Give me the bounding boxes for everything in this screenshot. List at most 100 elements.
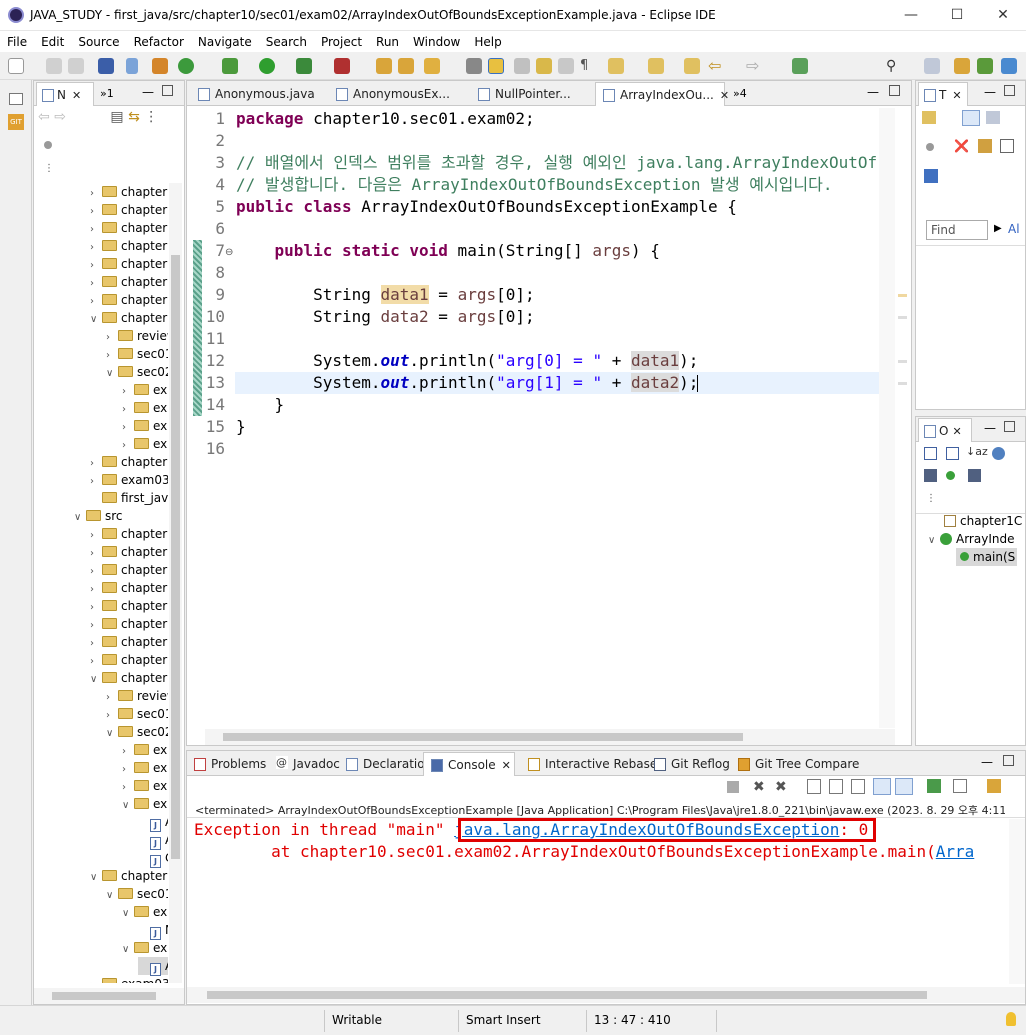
java-perspective-icon[interactable] — [954, 58, 970, 74]
chevron-down-icon[interactable]: ∨ — [106, 725, 118, 743]
tree-folder-item[interactable]: ∨ sec02 — [106, 723, 168, 741]
tree-file-item[interactable]: JA — [138, 957, 168, 976]
tree-folder-item[interactable]: ›exan — [122, 435, 168, 453]
tab-outline[interactable]: O ✕ — [918, 418, 972, 442]
tree-folder-item[interactable]: ›chapter08 — [90, 291, 168, 309]
menu-refactor[interactable]: Refactor — [127, 31, 191, 52]
git-perspective-icon[interactable] — [1001, 58, 1017, 74]
tree-folder-item[interactable]: ›exan — [122, 399, 168, 417]
fold-toggle-icon[interactable]: ⊖ — [225, 247, 233, 258]
menu-edit[interactable]: Edit — [34, 31, 71, 52]
tree-folder-item[interactable]: ›chapter03 — [90, 561, 168, 579]
close-icon[interactable]: ✕ — [72, 89, 81, 102]
refresh-icon[interactable] — [178, 58, 194, 74]
code-line-13[interactable]: System.out.println("arg[1] = " + data2); — [236, 372, 698, 394]
save-all-icon[interactable] — [68, 58, 84, 74]
forward-arrow-icon[interactable]: ⇨ — [746, 58, 762, 74]
overview-mark[interactable] — [898, 294, 907, 297]
debug-icon[interactable] — [222, 58, 238, 74]
menu-source[interactable]: Source — [71, 31, 126, 52]
minimize-view-icon[interactable]: — — [984, 85, 996, 99]
link-icon[interactable]: ❌ — [954, 139, 969, 153]
tree-folder-item[interactable]: ∨ chapter09 — [90, 309, 168, 327]
pin-editor-icon[interactable] — [792, 58, 808, 74]
close-icon[interactable]: ✕ — [502, 759, 511, 772]
close-icon[interactable]: ✕ — [952, 425, 961, 438]
code-line-12[interactable]: System.out.println("arg[0] = " + data1); — [236, 350, 698, 372]
tree-folder-item[interactable]: › exam03 — [90, 975, 168, 983]
open-console-icon[interactable] — [987, 779, 1001, 793]
maximize-button[interactable]: ☐ — [934, 0, 980, 31]
close-icon[interactable]: ✕ — [720, 89, 729, 102]
chevron-down-icon[interactable]: ∨ — [74, 509, 86, 527]
outline-item-main[interactable]: main(S — [956, 548, 1018, 566]
skip-breakpoints-icon[interactable] — [126, 58, 138, 74]
tree-file-item[interactable]: JN — [138, 921, 168, 940]
minimize-view-icon[interactable]: — — [142, 85, 154, 99]
tree-folder-item[interactable]: ›exan — [122, 777, 168, 795]
chevron-right-icon[interactable]: › — [90, 977, 102, 983]
menu-window[interactable]: Window — [406, 31, 467, 52]
code-line-5[interactable]: public class ArrayIndexOutOfBoundsExcept… — [236, 196, 737, 218]
tree-folder-item[interactable]: ›exan — [122, 759, 168, 777]
minimize-view-icon[interactable]: — — [984, 421, 996, 435]
terminate-icon[interactable] — [727, 781, 739, 793]
git-repositories-icon[interactable]: GIT — [8, 114, 24, 130]
chevron-down-icon[interactable]: ∨ — [928, 532, 940, 550]
supertype-icon[interactable] — [986, 111, 1000, 124]
code-line-10[interactable]: String data2 = args[0]; — [236, 306, 535, 328]
block-select-icon[interactable] — [558, 58, 574, 74]
tree-folder-item[interactable]: ›chapter06 — [90, 615, 168, 633]
tab-type-hierarchy[interactable]: T ✕ — [918, 82, 968, 106]
pilcrow-icon[interactable]: ¶ — [580, 58, 596, 74]
overview-mark[interactable] — [898, 382, 907, 385]
chevron-down-icon[interactable]: ∨ — [106, 365, 118, 383]
tab-package-explorer[interactable]: N ✕ — [36, 82, 94, 106]
expand-all-icon[interactable] — [946, 447, 959, 460]
tree-folder-item[interactable]: ∨ sec01 — [106, 885, 168, 903]
tree-folder-item[interactable]: ›chapter08 — [90, 651, 168, 669]
view-menu-icon[interactable]: ⋮ — [144, 109, 158, 125]
tab-overflow-chevron[interactable]: »1 — [100, 87, 114, 100]
tree-folder-item[interactable]: ∨ exan — [122, 903, 168, 921]
last-edit-icon[interactable] — [684, 58, 700, 74]
back-arrow-icon[interactable]: ⇦ — [708, 58, 724, 74]
tree-folder-item[interactable]: ›chapter03 — [90, 201, 168, 219]
find-all-link[interactable]: Al — [1008, 222, 1020, 236]
chevron-down-icon[interactable]: ∨ — [90, 311, 102, 329]
menu-navigate[interactable]: Navigate — [191, 31, 259, 52]
hide-fields-icon[interactable] — [992, 447, 1005, 460]
menu-help[interactable]: Help — [467, 31, 508, 52]
tree-folder-item[interactable]: ›chapter10 — [90, 453, 168, 471]
editor-vscrollbar[interactable] — [879, 108, 895, 728]
new-icon[interactable] — [8, 58, 24, 74]
remove-all-icon[interactable]: ✖ — [775, 779, 787, 795]
tree-file-item[interactable]: JA — [138, 831, 168, 850]
explorer-hscroll-thumb[interactable] — [52, 992, 156, 1000]
chevron-down-icon[interactable]: ∨ — [122, 941, 134, 959]
tree-folder-item[interactable]: ∨ src — [74, 507, 123, 525]
tip-lightbulb-icon[interactable] — [1006, 1012, 1016, 1026]
close-button[interactable]: ✕ — [980, 0, 1026, 31]
tree-folder-item[interactable]: ›review — [106, 327, 168, 345]
hide-nonpublic-icon[interactable] — [946, 471, 955, 480]
tree-folder-item[interactable]: ›review — [106, 687, 168, 705]
scroll-lock-icon[interactable] — [829, 779, 843, 794]
coverage-icon[interactable] — [296, 58, 312, 74]
find-arrow-icon[interactable]: ▶ — [994, 223, 1002, 234]
chevron-down-icon[interactable]: ∨ — [90, 869, 102, 887]
link-editor-icon[interactable]: ⇆ — [128, 109, 140, 125]
maximize-view-icon[interactable] — [1003, 755, 1014, 766]
maximize-view-icon[interactable] — [162, 85, 173, 96]
tree-folder-item[interactable]: ∨ exan — [122, 939, 168, 957]
code-line-3[interactable]: // 배열에서 인덱스 범위를 초과할 경우, 실행 예외인 java.lang… — [236, 152, 878, 174]
tab-console[interactable]: Console ✕ — [423, 752, 515, 776]
tree-folder-item[interactable]: ›chapter02 — [90, 183, 168, 201]
tree-folder-item[interactable]: ›chapter07 — [90, 633, 168, 651]
tree-folder-item[interactable]: ∨ sec02 — [106, 363, 168, 381]
tree-folder-item[interactable]: ∨ chapter09 — [90, 669, 168, 687]
code-line-14[interactable]: } — [236, 394, 285, 416]
tab-git-tree-compare[interactable]: Git Tree Compare — [731, 752, 867, 776]
next-annotation-icon[interactable] — [608, 58, 624, 74]
editor-tab-anonymous[interactable]: Anonymous.java — [191, 82, 323, 106]
